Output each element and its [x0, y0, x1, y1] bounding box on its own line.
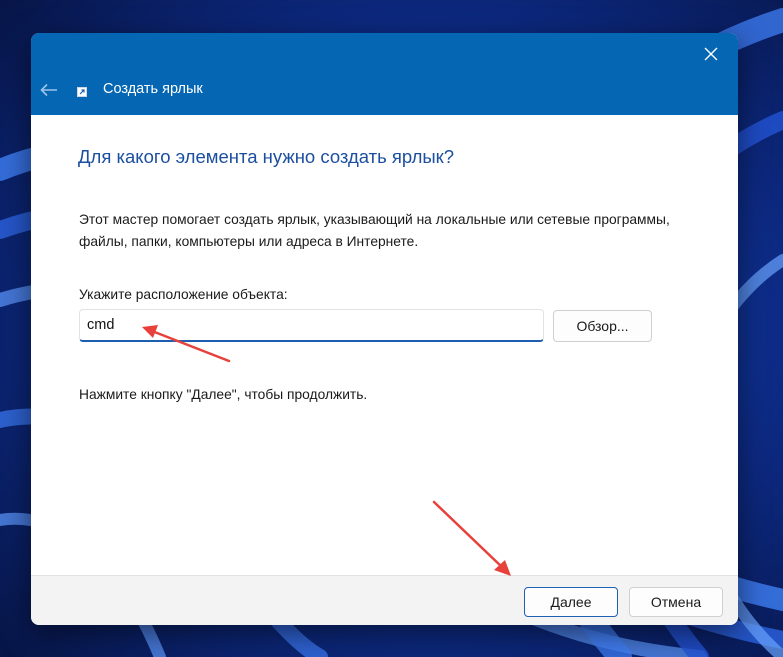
title-bar: Создать ярлык [31, 33, 738, 115]
back-button[interactable] [36, 78, 62, 102]
create-shortcut-dialog: Создать ярлык Для какого элемента нужно … [31, 33, 738, 625]
wizard-description: Этот мастер помогает создать ярлык, указ… [79, 212, 670, 249]
close-icon [704, 47, 718, 61]
wizard-content: Для какого элемента нужно создать ярлык?… [31, 115, 738, 575]
close-button[interactable] [694, 39, 728, 69]
next-button[interactable]: Далее [524, 587, 618, 617]
wizard-title: Создать ярлык [103, 81, 203, 97]
continue-hint: Нажмите кнопку "Далее", чтобы продолжить… [79, 387, 368, 402]
shortcut-icon [77, 87, 87, 97]
location-input[interactable] [79, 309, 544, 342]
location-label: Укажите расположение объекта: [79, 287, 288, 302]
page-heading: Для какого элемента нужно создать ярлык? [78, 146, 455, 167]
button-bar: Далее Отмена [31, 575, 738, 625]
browse-button[interactable]: Обзор... [553, 310, 652, 342]
back-arrow-icon [40, 83, 57, 97]
cancel-button[interactable]: Отмена [629, 587, 723, 617]
